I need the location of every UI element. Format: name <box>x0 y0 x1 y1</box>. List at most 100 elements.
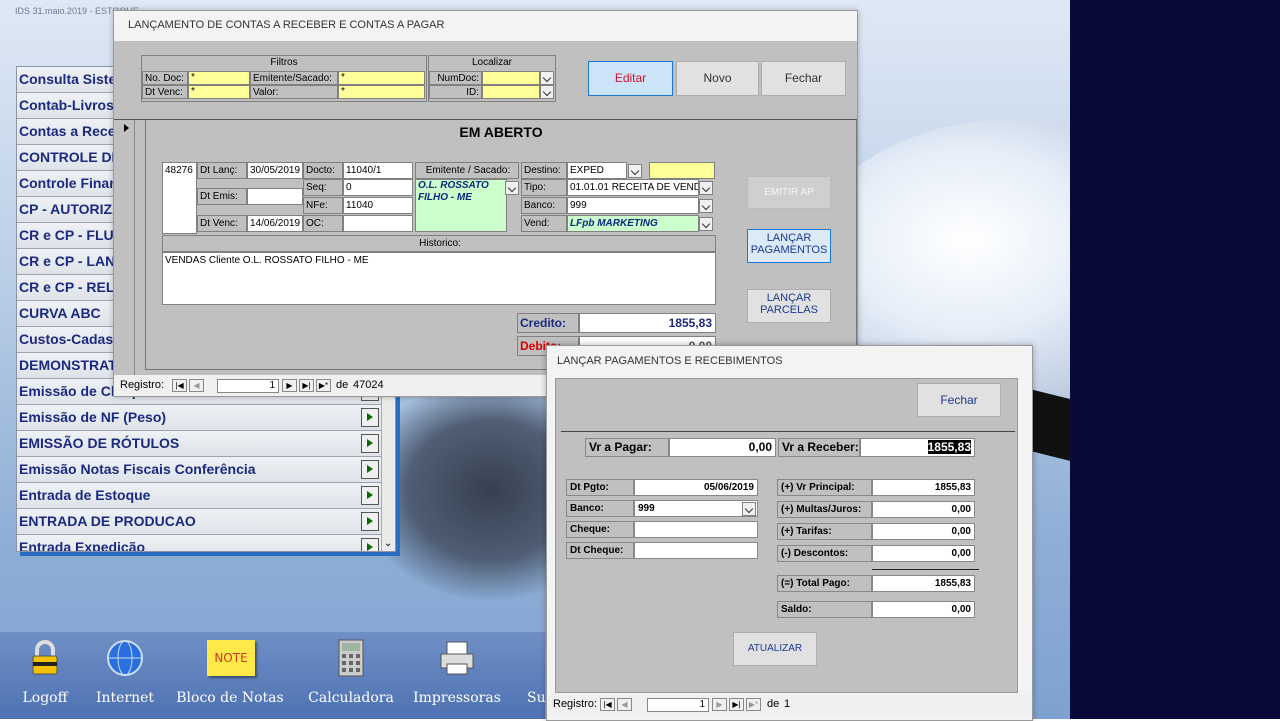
id-input[interactable] <box>482 85 540 99</box>
no-doc-filter[interactable]: * <box>188 71 250 85</box>
chevron-down-icon[interactable]: ⌄ <box>384 538 392 549</box>
dt-lanc-label: Dt Lanç: <box>197 162 247 179</box>
record-number-input[interactable]: 1 <box>647 698 709 712</box>
tipo-field[interactable]: 01.01.01 RECEITA DE VENDAS <box>567 179 699 196</box>
taskbar-label: Logoff <box>22 690 68 706</box>
lancar-pagamentos-button[interactable]: LANÇAR PAGAMENTOS <box>747 229 831 263</box>
no-doc-label: No. Doc: <box>142 71 188 85</box>
arrow-right-icon[interactable] <box>361 434 379 453</box>
menu-item[interactable]: Emissão Notas Fiscais Conferência <box>17 457 395 483</box>
chevron-down-icon[interactable] <box>699 217 713 231</box>
emitir-ap-button[interactable]: EMITIR AP <box>747 176 831 209</box>
vend-field[interactable]: LFpb MARKETING <box>567 215 699 232</box>
credito-field[interactable]: 1855,83 <box>579 313 716 333</box>
arrow-right-icon[interactable] <box>361 408 379 427</box>
record-number-input[interactable]: 1 <box>217 379 279 393</box>
last-record-icon[interactable]: ▶| <box>299 379 314 392</box>
emitente-field[interactable]: O.L. ROSSATO FILHO - ME <box>415 179 507 232</box>
new-record-icon[interactable]: ▶* <box>316 379 331 392</box>
arrow-right-icon[interactable] <box>361 512 379 531</box>
taskbar-label: Calculadora <box>308 690 394 706</box>
filters-title: Filtros <box>270 57 298 68</box>
menu-item-label: Emissão Notas Fiscais Conferência <box>19 461 256 477</box>
menu-item[interactable]: ENTRADA DE PRODUCAO <box>17 509 395 535</box>
filters-box: Filtros No. Doc: * Emitente/Sacado: * Dt… <box>141 55 427 102</box>
destino-field[interactable]: EXPED <box>567 162 627 179</box>
taskbar-internet[interactable]: Internet <box>80 632 170 719</box>
menu-item[interactable]: Entrada Expedição <box>17 535 395 551</box>
chevron-down-icon[interactable] <box>742 502 756 516</box>
first-record-icon[interactable]: |◀ <box>172 379 187 392</box>
banco-field[interactable]: 999 <box>567 197 699 214</box>
taskbar-impressoras[interactable]: Impressoras <box>412 632 502 719</box>
right-bar <box>1070 0 1280 719</box>
prev-record-icon[interactable]: ◀ <box>189 379 204 392</box>
dt-venc-filter[interactable]: * <box>188 85 250 99</box>
docto-field[interactable]: 11040/1 <box>343 162 413 179</box>
vr-principal-field[interactable]: 1855,83 <box>872 479 975 496</box>
destino-extra-field[interactable] <box>649 162 715 179</box>
first-record-icon[interactable]: |◀ <box>600 698 615 711</box>
emitente-filter[interactable]: * <box>338 71 425 85</box>
taskbar-label: Su <box>527 690 546 706</box>
menu-item[interactable]: Entrada de Estoque <box>17 483 395 509</box>
taskbar-logoff[interactable]: Logoff <box>0 632 90 719</box>
editar-button[interactable]: Editar <box>588 61 673 96</box>
record-selector-icon[interactable] <box>114 120 135 376</box>
main-window: LANÇAMENTO DE CONTAS A RECEBER E CONTAS … <box>113 10 858 397</box>
total-pago-field[interactable]: 1855,83 <box>872 575 975 592</box>
menu-item-label: ENTRADA DE PRODUCAO <box>19 513 196 529</box>
total-records: 1 <box>784 698 791 710</box>
fechar-button[interactable]: Fechar <box>761 61 846 96</box>
taskbar-calculadora[interactable]: Calculadora <box>306 632 396 719</box>
dt-pgto-field[interactable]: 05/06/2019 <box>634 479 758 496</box>
taskbar-label: Bloco de Notas <box>176 690 284 706</box>
chevron-down-icon[interactable] <box>505 181 519 195</box>
arrow-right-icon[interactable] <box>361 538 379 551</box>
menu-item-label: EMISSÃO DE RÓTULOS <box>19 435 180 451</box>
chevron-down-icon[interactable] <box>540 85 554 99</box>
tipo-label: Tipo: <box>521 179 567 196</box>
fechar-button[interactable]: Fechar <box>917 383 1001 417</box>
tarifas-field[interactable]: 0,00 <box>872 523 975 540</box>
arrow-right-icon[interactable] <box>361 486 379 505</box>
dt-cheque-field[interactable] <box>634 542 758 559</box>
arrow-right-icon[interactable] <box>361 460 379 479</box>
last-record-icon[interactable]: ▶| <box>729 698 744 711</box>
multas-field[interactable]: 0,00 <box>872 501 975 518</box>
new-record-icon[interactable]: ▶* <box>746 698 761 711</box>
chevron-down-icon[interactable] <box>540 71 554 85</box>
descontos-field[interactable]: 0,00 <box>872 545 975 562</box>
valor-filter[interactable]: * <box>338 85 425 99</box>
chevron-down-icon[interactable] <box>628 164 642 178</box>
novo-button[interactable]: Novo <box>676 61 759 96</box>
vr-pagar-field[interactable]: 0,00 <box>669 438 776 457</box>
taskbar-bloco-de-notas[interactable]: NOTE Bloco de Notas <box>170 632 290 719</box>
atualizar-button[interactable]: ATUALIZAR <box>733 632 817 666</box>
menu-item[interactable]: Emissão de NF (Peso) <box>17 405 395 431</box>
banco-field[interactable]: 999 <box>634 500 758 517</box>
nfe-field[interactable]: 11040 <box>343 197 413 214</box>
next-record-icon[interactable]: ▶ <box>712 698 727 711</box>
vr-receber-field[interactable]: 1855,83 <box>860 438 975 457</box>
lancar-parcelas-button[interactable]: LANÇAR PARCELAS <box>747 289 831 323</box>
oc-field[interactable] <box>343 215 413 232</box>
saldo-field[interactable]: 0,00 <box>872 601 975 618</box>
seq-field[interactable]: 0 <box>343 179 413 196</box>
chevron-down-icon[interactable] <box>699 181 713 195</box>
dt-lanc-field[interactable]: 30/05/2019 <box>247 162 303 179</box>
historico-field[interactable]: VENDAS Cliente O.L. ROSSATO FILHO - ME <box>162 252 716 305</box>
chevron-down-icon[interactable] <box>699 199 713 213</box>
numdoc-input[interactable] <box>482 71 540 85</box>
next-record-icon[interactable]: ▶ <box>282 379 297 392</box>
dt-pgto-label: Dt Pgto: <box>566 479 634 496</box>
menu-item[interactable]: EMISSÃO DE RÓTULOS <box>17 431 395 457</box>
seq-label: Seq: <box>303 179 343 196</box>
dt-emis-field[interactable] <box>247 188 303 205</box>
id-label: ID: <box>429 85 482 99</box>
dt-venc-field[interactable]: 14/06/2019 <box>247 215 303 232</box>
payment-form: Vr a Pagar: 0,00 Vr a Receber: 1855,83 D… <box>561 431 1015 690</box>
prev-record-icon[interactable]: ◀ <box>617 698 632 711</box>
cheque-field[interactable] <box>634 521 758 538</box>
taskbar-suporte[interactable]: Su <box>490 632 546 719</box>
